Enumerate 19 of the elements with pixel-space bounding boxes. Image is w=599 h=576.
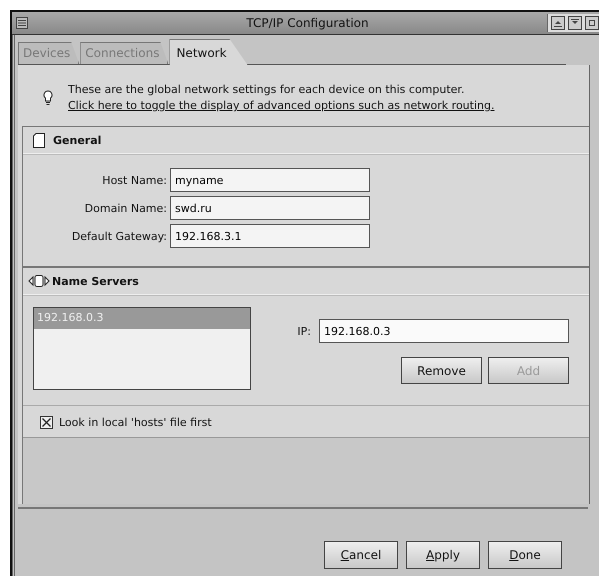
section-title: General [53,134,102,146]
input-field[interactable]: swd.ru [170,196,370,220]
button[interactable]: Remove [401,357,482,384]
advanced-options-link[interactable]: Click here to toggle the display of advanced options such as network routing. [68,99,494,112]
tab[interactable]: Network [169,39,248,65]
input-field[interactable]: 192.168.3.1 [170,224,370,248]
section-title: Name Servers [52,274,139,288]
field-label: Host Name: [101,174,167,186]
input-field[interactable]: myname [170,168,370,192]
checkbox-label: Look in local 'hosts' file first [59,416,212,429]
dialog-button[interactable]: Apply [406,541,480,569]
dialog-button[interactable]: Cancel [324,541,398,569]
dialog-button[interactable]: Done [488,541,562,569]
field-label: Default Gateway: [70,230,167,242]
info-text: These are the global network settings for each device on this computer. [68,83,466,96]
field-label: IP: [297,324,311,338]
window-title: TCP/IP Configuration [245,16,370,30]
ip-input-field[interactable]: 192.168.0.3 [319,319,569,343]
field-label: Domain Name: [84,202,167,214]
